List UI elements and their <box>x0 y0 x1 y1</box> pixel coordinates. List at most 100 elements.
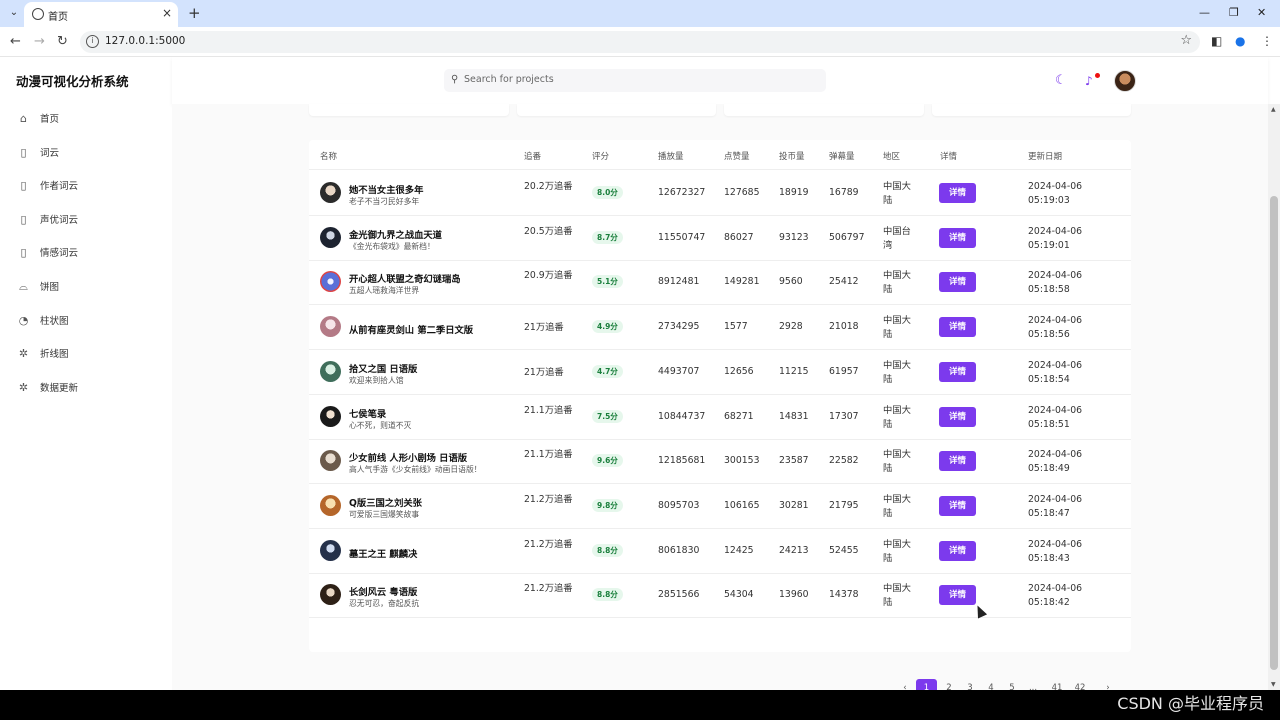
sidebar-item-label: 作者词云 <box>40 181 79 192</box>
browser-tab[interactable]: 首页 × <box>24 2 178 27</box>
clipboard-icon: ▯ <box>20 178 27 192</box>
prev-page-icon[interactable]: ‹ <box>898 679 912 690</box>
page-scrollbar[interactable]: ▲ ▼ <box>1268 104 1280 690</box>
new-tab-icon[interactable]: + <box>188 4 201 22</box>
sidebar: 动漫可视化分析系统 ⌂ 首页 ▯ 词云 ▯ 作者词云 ▯ 声优词云 ▯ 情感词云… <box>0 57 172 690</box>
sidebar-item-data-update[interactable]: ✲ 数据更新 <box>17 378 157 396</box>
follow-count: 20.9万追番 <box>524 270 573 282</box>
update-date: 2024-04-06 05:18:56 <box>1028 315 1083 341</box>
anime-cover-thumbnail <box>320 226 341 248</box>
danmaku-value: 14378 <box>829 589 859 601</box>
danmaku-value: 21795 <box>829 499 859 511</box>
site-info-icon[interactable]: i <box>86 35 99 48</box>
header-danmaku: 弹幕量 <box>829 152 855 162</box>
detail-button[interactable]: 详情 <box>939 317 976 338</box>
minimize-icon[interactable]: — <box>1199 6 1210 19</box>
region-value: 中国大陆 <box>883 270 911 296</box>
page-5[interactable]: 5 <box>1005 679 1019 690</box>
search-input[interactable]: ⚲ Search for projects <box>444 69 826 92</box>
page-4[interactable]: 4 <box>984 679 998 690</box>
danmaku-value: 16789 <box>829 187 859 198</box>
bookmark-star-icon[interactable]: ☆ <box>1180 33 1192 48</box>
address-bar[interactable]: i 127.0.0.1:5000 ☆ <box>80 31 1200 53</box>
tab-title: 首页 <box>48 12 68 23</box>
notification-bell-icon[interactable]: ♪ <box>1085 74 1093 88</box>
tab-search-chevron-icon[interactable]: ⌄ <box>6 5 22 21</box>
detail-button[interactable]: 详情 <box>939 361 976 382</box>
detail-button[interactable]: 详情 <box>939 183 976 203</box>
scroll-down-arrow-icon[interactable]: ▼ <box>1271 681 1276 688</box>
side-panel-icon[interactable]: ◧ <box>1211 34 1222 48</box>
score-badge: 9.8分 <box>592 498 623 512</box>
anime-table: 名称 追番 评分 播放量 点赞量 投币量 弹幕量 地区 详情 更新日期 她不当女… <box>309 140 1131 652</box>
update-date: 2024-04-06 05:18:54 <box>1028 359 1083 385</box>
scroll-up-arrow-icon[interactable]: ▲ <box>1271 106 1276 113</box>
update-date: 2024-04-06 05:18:43 <box>1028 538 1083 564</box>
forward-icon[interactable]: → <box>34 34 45 49</box>
coins-value: 24213 <box>779 544 809 556</box>
region-value: 中国大陆 <box>883 359 911 385</box>
sidebar-item-home[interactable]: ⌂ 首页 <box>17 109 157 127</box>
page-41[interactable]: 41 <box>1050 679 1064 690</box>
sidebar-item-label: 首页 <box>40 114 60 125</box>
url-text[interactable]: 127.0.0.1:5000 <box>105 35 185 47</box>
back-icon[interactable]: ← <box>10 34 21 49</box>
reload-icon[interactable]: ↻ <box>57 34 68 49</box>
page-3[interactable]: 3 <box>963 679 977 690</box>
coins-value: 11215 <box>779 365 809 377</box>
follow-count: 21万追番 <box>524 366 564 378</box>
table-row: 她不当女主很多年 老子不当刁民好多年 20.2万追番 8.0分 12672327 1276… <box>309 171 1131 216</box>
detail-button[interactable]: 详情 <box>939 585 976 606</box>
clipboard-icon: ▯ <box>20 145 27 159</box>
detail-button[interactable]: 详情 <box>939 451 976 472</box>
detail-button[interactable]: 详情 <box>939 272 976 293</box>
menu-kebab-icon[interactable]: ⋮ <box>1261 34 1273 48</box>
dark-mode-moon-icon[interactable]: ☾ <box>1055 73 1067 88</box>
sidebar-item-wordcloud[interactable]: ▯ 词云 <box>17 143 157 161</box>
anime-cover-thumbnail <box>320 450 341 472</box>
plays-value: 8061830 <box>658 544 700 556</box>
header-coins: 投币量 <box>779 152 805 162</box>
region-value: 中国大陆 <box>883 449 911 475</box>
main-content: 名称 追番 评分 播放量 点赞量 投币量 弹幕量 地区 详情 更新日期 她不当女… <box>172 104 1268 690</box>
plays-value: 12185681 <box>658 455 706 467</box>
table-row: 少女前线 人形小剧场 日语版 高人气手游《少女前线》动画日语版！ 21.1万追番 9.… <box>309 439 1131 485</box>
anime-title: 开心超人联盟之奇幻谜瑞岛 <box>349 274 461 286</box>
page-1[interactable]: 1 <box>916 679 937 690</box>
update-date: 2024-04-06 05:18:58 <box>1028 270 1083 296</box>
score-badge: 5.1分 <box>592 275 623 289</box>
detail-button[interactable]: 详情 <box>939 540 976 561</box>
page-42[interactable]: 42 <box>1073 679 1087 690</box>
window-close-icon[interactable]: ✕ <box>1257 6 1266 19</box>
sidebar-item-pie[interactable]: ⌓ 饼图 <box>17 277 157 295</box>
sidebar-item-emotion-wordcloud[interactable]: ▯ 情感词云 <box>17 243 157 261</box>
sidebar-item-voice-wordcloud[interactable]: ▯ 声优词云 <box>17 210 157 228</box>
table-row: 墓王之王 麒麟决 21.2万追番 8.8分 8061830 12425 24213 5245… <box>309 529 1131 574</box>
sidebar-item-label: 数据更新 <box>40 383 79 394</box>
page-2[interactable]: 2 <box>942 679 956 690</box>
tab-close-icon[interactable]: × <box>162 6 172 20</box>
detail-button[interactable]: 详情 <box>939 406 976 427</box>
next-page-icon[interactable]: › <box>1101 679 1115 690</box>
sidebar-item-label: 词云 <box>40 148 60 159</box>
header-region: 地区 <box>883 152 901 162</box>
restore-icon[interactable]: ❐ <box>1229 6 1239 19</box>
sidebar-item-author-wordcloud[interactable]: ▯ 作者词云 <box>17 176 157 194</box>
scrollbar-thumb[interactable] <box>1270 196 1278 670</box>
region-value: 中国大陆 <box>883 493 911 519</box>
likes-value: 106165 <box>724 499 760 511</box>
avatar[interactable] <box>1114 70 1136 92</box>
sidebar-item-bar[interactable]: ◔ 柱状图 <box>17 311 157 329</box>
globe-icon <box>32 8 44 20</box>
detail-button[interactable]: 详情 <box>939 495 976 516</box>
profile-icon[interactable]: ● <box>1235 34 1245 48</box>
coins-value: 14831 <box>779 410 809 422</box>
score-badge: 8.8分 <box>592 543 623 557</box>
follow-count: 21.2万追番 <box>524 493 573 505</box>
plays-value: 11550747 <box>658 231 706 243</box>
plays-value: 10844737 <box>658 410 706 422</box>
sidebar-item-line[interactable]: ✲ 折线图 <box>17 344 157 362</box>
detail-button[interactable]: 详情 <box>939 227 976 248</box>
header-detail: 详情 <box>940 152 958 162</box>
anime-title: 金光御九界之战血天道 <box>349 229 442 241</box>
